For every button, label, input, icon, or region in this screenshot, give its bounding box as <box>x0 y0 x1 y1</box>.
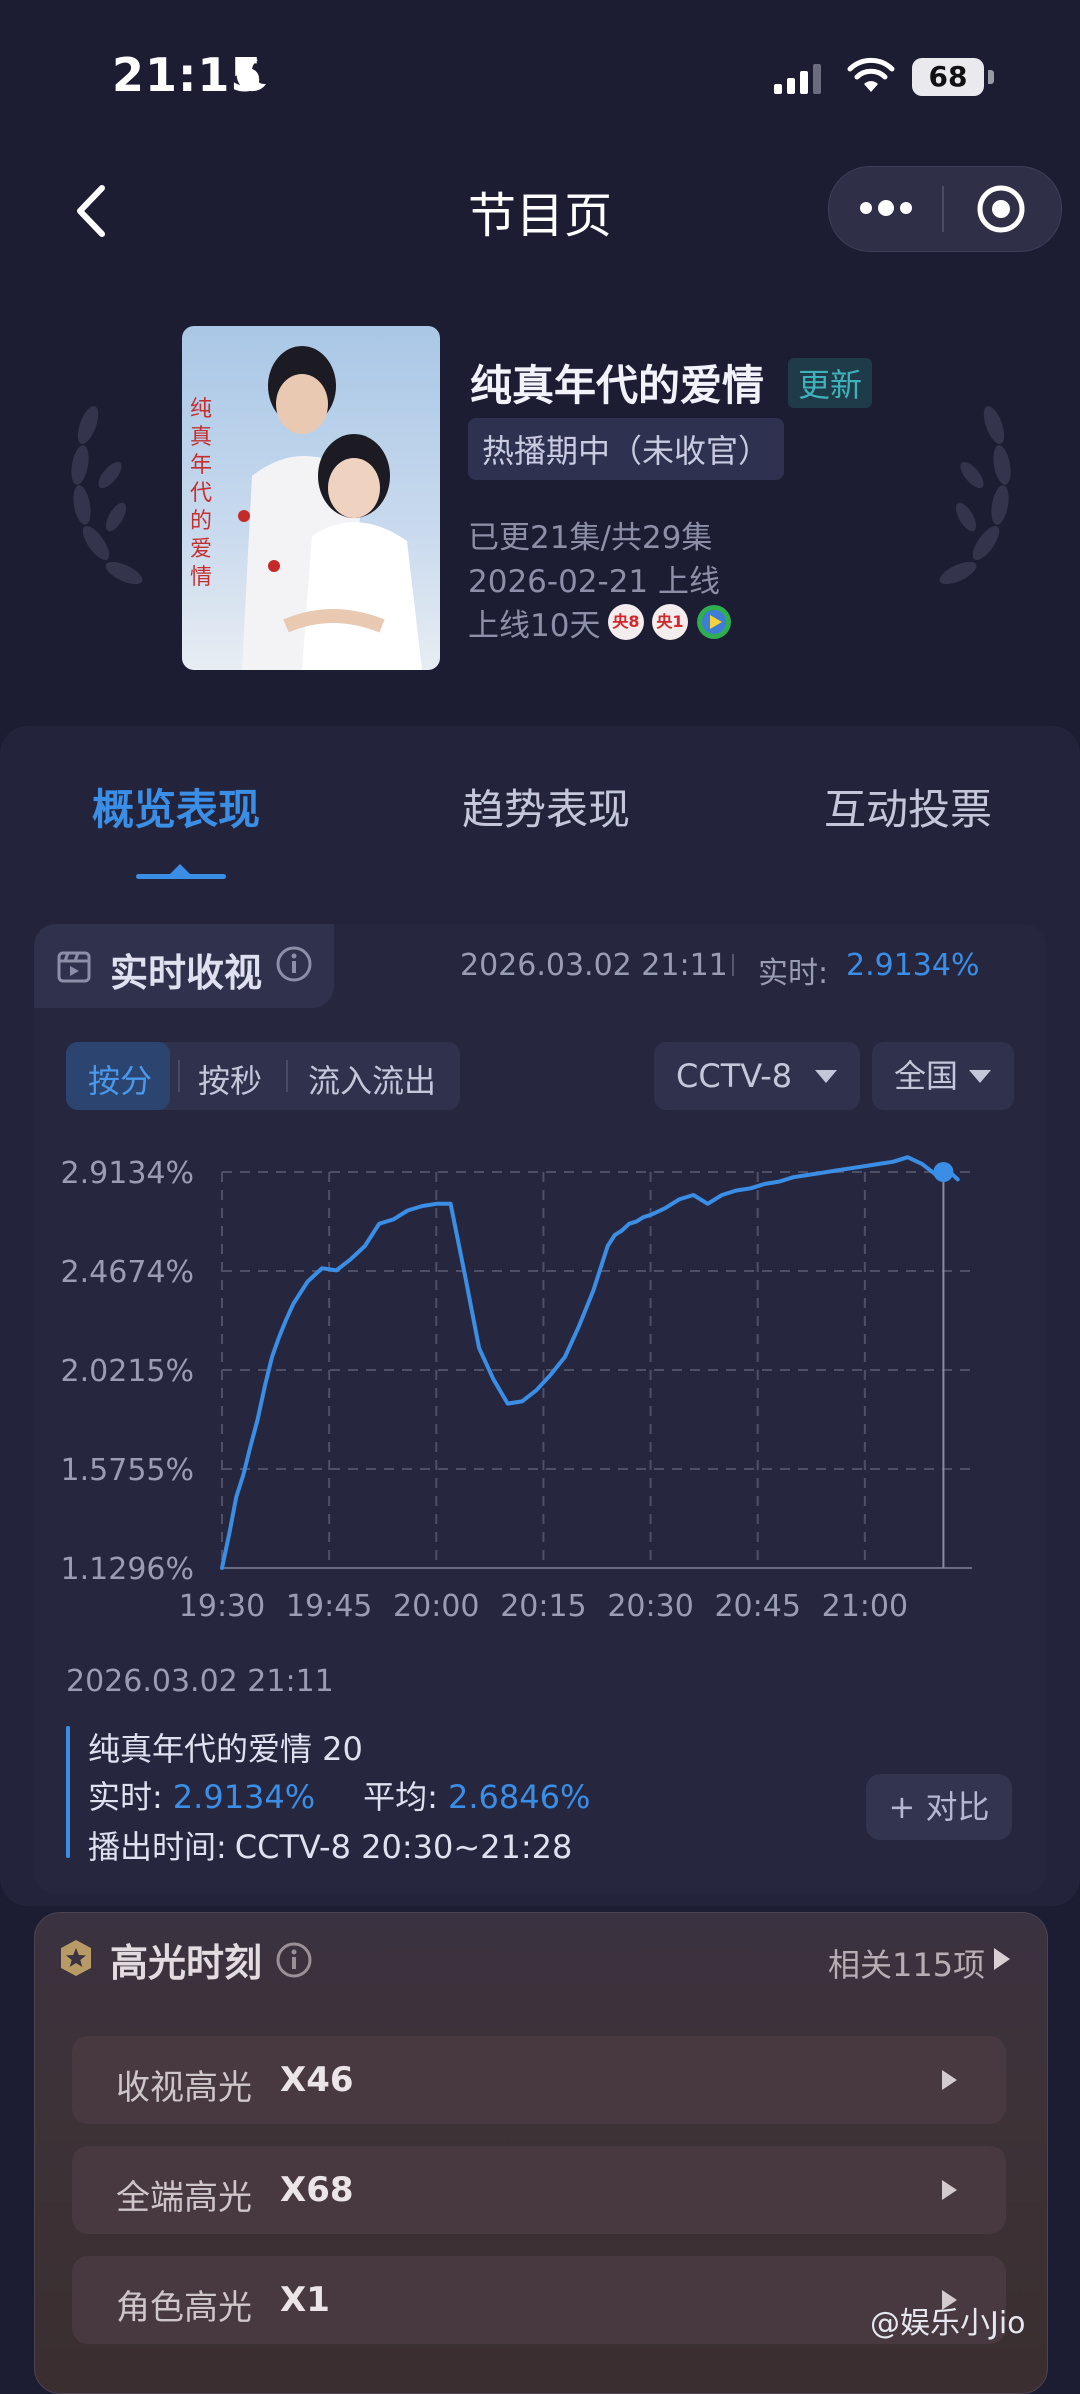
laurel-left-icon <box>71 406 143 585</box>
highlight-value: X1 <box>280 2280 330 2320</box>
y-tick-label: 2.9134% <box>61 1156 194 1191</box>
moon-icon <box>236 59 266 92</box>
tab-trend[interactable]: 趋势表现 <box>462 776 630 837</box>
realtime-label: 实时: <box>88 1778 163 1816</box>
region-dropdown[interactable]: 全国 <box>872 1042 1014 1110</box>
segment-divider <box>178 1060 180 1092</box>
airtime-label: 播出时间: <box>88 1828 227 1866</box>
y-tick-label: 1.5755% <box>61 1453 194 1488</box>
highlight-label: 收视高光 <box>116 2068 252 2108</box>
highlight-label: 全端高光 <box>116 2178 252 2218</box>
highlight-label: 角色高光 <box>116 2288 252 2328</box>
airtime-value: CCTV-8 20:30~21:28 <box>234 1828 573 1866</box>
tab-vote[interactable]: 互动投票 <box>824 776 992 837</box>
update-badge: 更新 <box>788 358 873 408</box>
info-icon[interactable] <box>274 1940 314 1980</box>
ratings-line-chart[interactable]: 2.9134% 2.4674% 2.0215% 1.5755% 1.1296%19:30… <box>0 1140 1080 1640</box>
broadcast-status-chip: 热播期中（未收官） <box>468 418 785 480</box>
divider <box>732 954 734 976</box>
highlight-value: X68 <box>280 2170 354 2210</box>
related-count-link[interactable]: 相关115项 <box>828 1940 985 1986</box>
battery-indicator: 68 <box>912 58 984 96</box>
wifi-icon <box>847 57 895 92</box>
realtime-title: 实时收视 <box>110 951 263 995</box>
more-icon[interactable] <box>858 198 914 218</box>
svg-text:真: 真 <box>190 425 212 450</box>
episode-count: 已更21集/共29集 <box>468 520 713 556</box>
realtime-label: 实时: <box>758 956 829 991</box>
svg-text:情: 情 <box>190 565 212 590</box>
program-title: 纯真年代的爱情 <box>470 361 765 410</box>
laurel-right-icon <box>939 406 1011 585</box>
svg-text:爱: 爱 <box>190 537 212 562</box>
x-tick-label: 20:15 <box>500 1589 586 1624</box>
weibo-watermark: @娱乐小Jio <box>870 2306 1026 2341</box>
x-tick-label: 20:00 <box>393 1589 479 1624</box>
detail-ratings-line: 实时: 2.9134% 平均: 2.6846% <box>88 1772 590 1818</box>
video-platform-icon <box>697 605 731 639</box>
channel-logo-cctv8: 央8 <box>608 604 644 640</box>
highlight-value: X46 <box>280 2060 354 2100</box>
compare-button[interactable]: + 对比 <box>866 1774 1012 1840</box>
segment-flow[interactable]: 流入流出 <box>308 1056 436 1102</box>
airtime-line: 播出时间: CCTV-8 20:30~21:28 <box>88 1822 572 1868</box>
info-icon[interactable] <box>274 944 314 984</box>
x-tick-label: 19:30 <box>179 1589 265 1624</box>
star-badge-icon <box>61 1940 91 1976</box>
capsule-divider <box>942 186 944 232</box>
signal-icon <box>774 64 821 94</box>
x-tick-label: 21:00 <box>822 1589 908 1624</box>
play-arrow-icon <box>994 1948 1010 1970</box>
play-arrow-icon <box>942 2070 957 2090</box>
segment-by-minute[interactable]: 按分 <box>88 1056 152 1102</box>
x-tick-label: 20:45 <box>714 1589 800 1624</box>
close-target-icon[interactable] <box>976 184 1026 234</box>
play-arrow-icon <box>942 2180 957 2200</box>
chevron-down-icon <box>969 1070 991 1083</box>
highlights-title: 高光时刻 <box>110 1941 263 1985</box>
current-point-marker <box>933 1162 954 1182</box>
segment-by-second[interactable]: 按秒 <box>198 1056 262 1102</box>
film-icon <box>57 951 91 983</box>
chevron-down-icon <box>815 1070 837 1083</box>
program-poster[interactable]: 纯 真 年 代 的 爱 情 <box>182 326 440 670</box>
realtime-timestamp: 2026.03.02 21:11 <box>460 948 728 983</box>
x-tick-label: 20:30 <box>607 1589 693 1624</box>
ratings-series-line <box>220 1155 960 1570</box>
svg-text:年: 年 <box>190 453 212 478</box>
detail-accent-bar <box>66 1726 70 1858</box>
detail-date: 2026.03.02 21:11 <box>66 1664 334 1699</box>
realtime-value: 2.9134% <box>846 948 980 983</box>
poster-text: 纯 <box>190 397 212 422</box>
premiere-date: 2026-02-21 上线 <box>468 564 721 600</box>
y-tick-label: 2.4674% <box>61 1255 194 1290</box>
days-online: 上线10天 <box>468 608 601 644</box>
svg-text:代: 代 <box>190 481 212 506</box>
tab-overview[interactable]: 概览表现 <box>92 776 260 837</box>
average-label: 平均: <box>363 1778 438 1816</box>
battery-cap <box>988 70 994 84</box>
x-tick-label: 19:45 <box>286 1589 372 1624</box>
tab-indicator-caret <box>170 864 190 874</box>
svg-text:的: 的 <box>190 509 212 534</box>
y-tick-label: 1.1296% <box>61 1552 194 1587</box>
channel-logo-cctv1: 央1 <box>652 604 688 640</box>
realtime-value: 2.9134% <box>172 1778 316 1816</box>
average-value: 2.6846% <box>447 1778 591 1816</box>
tab-indicator <box>136 874 226 879</box>
y-tick-label: 2.0215% <box>61 1354 194 1389</box>
segment-divider <box>286 1060 288 1092</box>
episode-label: 纯真年代的爱情 20 <box>88 1730 363 1768</box>
